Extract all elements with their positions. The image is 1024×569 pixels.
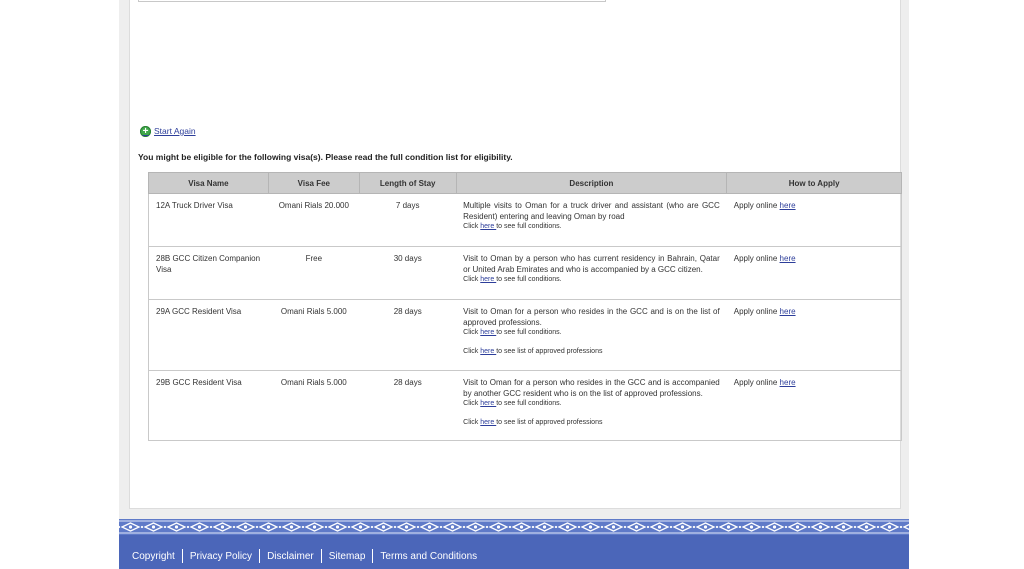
visa-name-cell: 28B GCC Citizen Companion Visa bbox=[148, 246, 269, 300]
how-to-apply-cell: Apply online here bbox=[726, 193, 902, 247]
visa-name-cell: 29A GCC Resident Visa bbox=[148, 299, 269, 371]
visa-fee-cell: Omani Rials 20.000 bbox=[268, 193, 360, 247]
header-length-of-stay: Length of Stay bbox=[358, 172, 457, 194]
table-row: 12A Truck Driver Visa Omani Rials 20.000… bbox=[148, 193, 902, 247]
professions-prefix: Click bbox=[463, 418, 481, 426]
description-text: Visit to Oman for a person who resides i… bbox=[463, 307, 720, 327]
conditions-prefix: Click bbox=[463, 223, 481, 230]
professions-suffix: to see list of approved professions bbox=[496, 418, 603, 426]
conditions-note: Click here to see full conditions. bbox=[463, 328, 720, 339]
table-row: 29B GCC Resident Visa Omani Rials 5.000 … bbox=[148, 370, 902, 441]
length-of-stay-cell: 7 days bbox=[359, 193, 457, 247]
professions-suffix: to see list of approved professions bbox=[496, 347, 603, 355]
professions-prefix: Click bbox=[463, 347, 481, 355]
decorative-pattern-strip bbox=[119, 519, 909, 535]
full-conditions-link[interactable]: here bbox=[480, 223, 496, 230]
full-conditions-link[interactable]: here bbox=[480, 400, 496, 407]
description-cell: Visit to Oman for a person who resides i… bbox=[456, 370, 727, 441]
start-again-label[interactable]: Start Again bbox=[154, 126, 196, 136]
length-of-stay-cell: 30 days bbox=[359, 246, 457, 300]
description-cell: Multiple visits to Oman for a truck driv… bbox=[456, 193, 727, 247]
header-visa-fee: Visa Fee bbox=[267, 172, 360, 194]
visa-results-table: Visa Name Visa Fee Length of Stay Descri… bbox=[148, 172, 902, 441]
header-visa-name: Visa Name bbox=[148, 172, 269, 194]
conditions-suffix: to see full conditions. bbox=[496, 223, 562, 230]
visa-name-cell: 29B GCC Resident Visa bbox=[148, 370, 269, 441]
conditions-note: Click here to see full conditions. bbox=[463, 275, 720, 286]
footer-separator bbox=[181, 549, 183, 563]
header-description: Description bbox=[455, 172, 728, 194]
footer-links: Copyright Privacy Policy Disclaimer Site… bbox=[131, 549, 478, 563]
conditions-note: Click here to see full conditions. bbox=[463, 399, 720, 410]
footer-separator bbox=[320, 549, 322, 563]
eligibility-message: You might be eligible for the following … bbox=[138, 152, 513, 162]
footer-link-terms-and-conditions[interactable]: Terms and Conditions bbox=[379, 551, 478, 562]
conditions-prefix: Click bbox=[463, 329, 481, 336]
description-text: Multiple visits to Oman for a truck driv… bbox=[463, 201, 720, 221]
table-header-row: Visa Name Visa Fee Length of Stay Descri… bbox=[148, 172, 902, 194]
conditions-suffix: to see full conditions. bbox=[496, 276, 562, 283]
apply-online-link[interactable]: here bbox=[780, 307, 796, 316]
apply-online-link[interactable]: here bbox=[780, 201, 796, 210]
apply-online-link[interactable]: here bbox=[780, 254, 796, 263]
pattern-ornament-icon bbox=[119, 519, 909, 535]
apply-online-text: Apply online bbox=[733, 378, 780, 387]
form-field-bottom-edge bbox=[138, 0, 606, 2]
footer-separator bbox=[372, 549, 374, 563]
apply-online-text: Apply online bbox=[733, 201, 780, 210]
approved-professions-link[interactable]: here bbox=[480, 348, 496, 355]
full-conditions-link[interactable]: here bbox=[480, 276, 496, 283]
visa-name-cell: 12A Truck Driver Visa bbox=[148, 193, 269, 247]
conditions-prefix: Click bbox=[463, 276, 481, 283]
approved-professions-link[interactable]: here bbox=[480, 419, 496, 426]
apply-online-text: Apply online bbox=[733, 254, 780, 263]
how-to-apply-cell: Apply online here bbox=[726, 299, 902, 371]
description-cell: Visit to Oman for a person who resides i… bbox=[456, 299, 727, 371]
footer-link-privacy-policy[interactable]: Privacy Policy bbox=[189, 551, 253, 562]
how-to-apply-cell: Apply online here bbox=[726, 246, 902, 300]
table-row: 28B GCC Citizen Companion Visa Free 30 d… bbox=[148, 246, 902, 300]
table-row: 29A GCC Resident Visa Omani Rials 5.000 … bbox=[148, 299, 902, 371]
content-panel: + Start Again You might be eligible for … bbox=[129, 0, 902, 509]
length-of-stay-cell: 28 days bbox=[359, 370, 457, 441]
footer-link-disclaimer[interactable]: Disclaimer bbox=[266, 551, 315, 562]
plus-circle-icon: + bbox=[140, 125, 151, 137]
conditions-suffix: to see full conditions. bbox=[496, 400, 562, 407]
full-conditions-link[interactable]: here bbox=[480, 329, 496, 336]
professions-note: Click here to see list of approved profe… bbox=[463, 347, 720, 358]
apply-online-text: Apply online bbox=[733, 307, 780, 316]
description-text: Visit to Oman for a person who resides i… bbox=[463, 378, 720, 398]
conditions-prefix: Click bbox=[463, 400, 481, 407]
visa-fee-cell: Omani Rials 5.000 bbox=[268, 299, 360, 371]
site-footer: Copyright Privacy Policy Disclaimer Site… bbox=[119, 519, 909, 569]
visa-fee-cell: Free bbox=[268, 246, 360, 300]
page-shell: + Start Again You might be eligible for … bbox=[119, 0, 909, 520]
footer-separator bbox=[259, 549, 261, 563]
header-how-to-apply: How to Apply bbox=[726, 172, 902, 194]
conditions-note: Click here to see full conditions. bbox=[463, 222, 720, 233]
length-of-stay-cell: 28 days bbox=[359, 299, 457, 371]
description-cell: Visit to Oman by a person who has curren… bbox=[456, 246, 727, 300]
apply-online-link[interactable]: here bbox=[780, 378, 796, 387]
footer-link-copyright[interactable]: Copyright bbox=[131, 551, 176, 562]
start-again-link[interactable]: + Start Again bbox=[140, 124, 196, 138]
how-to-apply-cell: Apply online here bbox=[726, 370, 902, 441]
footer-link-sitemap[interactable]: Sitemap bbox=[328, 551, 367, 562]
visa-fee-cell: Omani Rials 5.000 bbox=[268, 370, 360, 441]
conditions-suffix: to see full conditions. bbox=[496, 329, 562, 336]
description-text: Visit to Oman by a person who has curren… bbox=[463, 254, 720, 274]
professions-note: Click here to see list of approved profe… bbox=[463, 418, 720, 429]
